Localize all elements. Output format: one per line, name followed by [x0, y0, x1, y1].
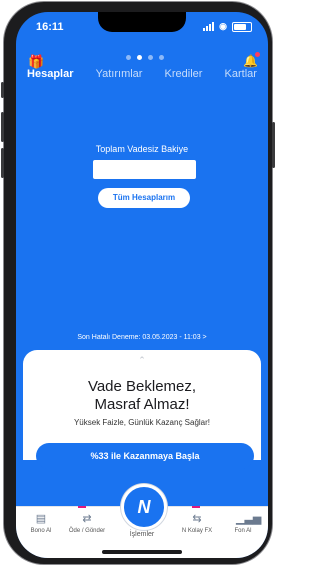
header: 🎁 🔔 Hesaplar Yatırımlar Krediler Kartlar: [16, 52, 268, 92]
volume-down-button: [1, 148, 4, 178]
document-icon: ▤: [35, 513, 47, 525]
page-dot: [148, 55, 153, 60]
transactions-label: İşlemler: [129, 531, 155, 538]
silent-switch: [1, 82, 4, 98]
nav-item-n-kolay-fx[interactable]: ⇆ N Kolay FX: [172, 513, 222, 534]
tab-yatirimlar[interactable]: Yatırımlar: [96, 68, 143, 80]
status-time: 16:11: [36, 21, 64, 33]
promo-title-line2: Masraf Almaz!: [94, 396, 190, 413]
chevron-up-icon[interactable]: ⌃: [133, 356, 151, 365]
wifi-icon: ◉: [219, 21, 227, 31]
nav-label: Bono Al: [30, 528, 52, 534]
bell-icon[interactable]: 🔔: [243, 52, 260, 68]
nav-item-bono-al[interactable]: ▤ Bono Al: [16, 513, 66, 534]
power-button: [272, 122, 275, 168]
page-dot-active: [137, 55, 142, 60]
home-indicator[interactable]: [102, 550, 182, 554]
last-failed-login[interactable]: Son Hatalı Deneme: 03.05.2023 - 11:03 >: [16, 334, 268, 341]
tab-hesaplar[interactable]: Hesaplar: [27, 68, 73, 80]
page-dot: [159, 55, 164, 60]
tab-krediler[interactable]: Krediler: [165, 68, 203, 80]
balance-label: Toplam Vadesiz Bakiye: [95, 144, 189, 154]
currency-exchange-icon: ⇆: [192, 513, 202, 525]
volume-up-button: [1, 112, 4, 142]
start-earning-button[interactable]: %33 ile Kazanmaya Başla: [36, 443, 254, 469]
battery-icon: [232, 21, 252, 32]
signal-icon: [203, 22, 215, 31]
balance-value-box: [93, 160, 196, 179]
status-icons: ◉: [203, 21, 252, 32]
nav-label: N Kolay FX: [181, 528, 213, 534]
promo-subtitle: Yüksek Faizle, Günlük Kazanç Sağlar!: [73, 418, 211, 427]
promo-title: Vade Beklemez, Masraf Almaz!: [23, 378, 261, 414]
promo-title-line1: Vade Beklemez,: [87, 378, 197, 395]
page-indicator: [126, 55, 164, 60]
main-tabs: Hesaplar Yatırımlar Krediler Kartlar: [16, 68, 268, 80]
nav-accent: [192, 506, 200, 508]
nav-item-ode-gonder[interactable]: ⇄ Öde / Gönder: [62, 513, 112, 534]
phone-frame: 16:11 ◉ 🎁 🔔 Hesaplar Yatırımlar Krediler…: [1, 2, 275, 564]
screen: 16:11 ◉ 🎁 🔔 Hesaplar Yatırımlar Krediler…: [16, 12, 268, 558]
transfer-icon: ⇄: [82, 513, 92, 525]
nav-label: Öde / Gönder: [68, 528, 106, 534]
page-dot: [126, 55, 131, 60]
nav-accent: [78, 506, 86, 508]
nav-label: Fon Al: [234, 528, 252, 534]
bar-chart-icon: ▁▃▅: [236, 513, 262, 525]
notch: [98, 12, 186, 32]
tab-kartlar[interactable]: Kartlar: [225, 68, 257, 80]
all-accounts-button[interactable]: Tüm Hesaplarım: [98, 188, 190, 208]
transactions-button[interactable]: N: [121, 484, 167, 530]
notification-dot: [255, 52, 260, 57]
nav-item-fon-al[interactable]: ▁▃▅ Fon Al: [218, 513, 268, 534]
